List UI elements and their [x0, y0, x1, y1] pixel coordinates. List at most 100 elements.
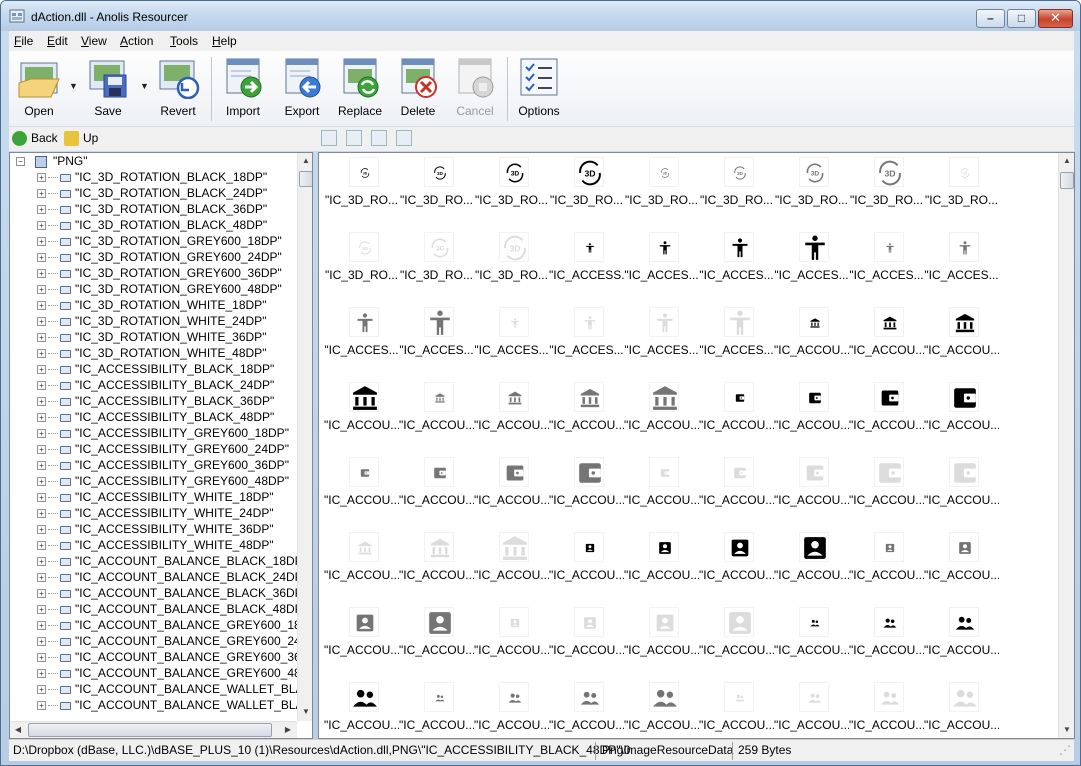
resource-thumbnail[interactable]: "IC_ACCOU... [849, 305, 924, 380]
expand-icon[interactable]: + [37, 637, 46, 647]
resource-thumbnail[interactable]: "IC_ACCOU... [699, 380, 774, 455]
expand-icon[interactable]: + [37, 349, 46, 359]
large-icons-view-icon[interactable] [396, 130, 412, 146]
resource-thumbnail[interactable]: "IC_ACCOU... [324, 680, 399, 738]
tree-horizontal-scrollbar[interactable]: ◀ ▶ [10, 721, 297, 738]
resource-thumbnail[interactable]: "IC_ACCOU... [699, 605, 774, 680]
resource-thumbnail[interactable]: "IC_ACCOU... [474, 605, 549, 680]
expand-icon[interactable]: + [37, 669, 46, 679]
resource-thumbnail[interactable]: "IC_ACCES... [324, 305, 399, 380]
resource-thumbnail[interactable]: "IC_ACCES... [699, 230, 774, 305]
resource-thumbnail[interactable]: 3D "IC_3D_RO... [849, 155, 924, 230]
resource-thumbnail[interactable]: "IC_ACCOU... [399, 380, 474, 455]
resource-thumbnail[interactable]: "IC_ACCOU... [624, 455, 699, 530]
tree-node[interactable]: + "IC_ACCESSIBILITY_GREY600_18DP" [10, 425, 297, 441]
scroll-left-icon[interactable]: ◀ [10, 722, 26, 738]
cancel-button[interactable]: Cancel [449, 55, 501, 123]
minimize-button[interactable]: – [976, 9, 1005, 28]
resource-thumbnail[interactable]: "IC_ACCES... [624, 305, 699, 380]
resource-thumbnail[interactable]: "IC_ACCES... [549, 305, 624, 380]
resource-thumbnail[interactable]: "IC_ACCOU... [774, 455, 849, 530]
resource-thumbnail[interactable]: "IC_ACCOU... [849, 530, 924, 605]
tree-node[interactable]: + "IC_ACCESSIBILITY_WHITE_24DP" [10, 505, 297, 521]
scroll-down-icon[interactable]: ▼ [1059, 722, 1074, 738]
resource-thumbnail[interactable]: "IC_ACCOU... [399, 605, 474, 680]
expand-icon[interactable]: + [37, 557, 46, 567]
resource-thumbnail[interactable]: 3D "IC_3D_RO... [624, 155, 699, 230]
resource-thumbnail[interactable]: "IC_ACCOU... [699, 455, 774, 530]
expand-icon[interactable]: + [37, 701, 46, 711]
scroll-thumb[interactable] [299, 171, 312, 187]
resource-thumbnail[interactable]: "IC_ACCOU... [399, 680, 474, 738]
tree-node[interactable]: + "IC_ACCESSIBILITY_BLACK_24DP" [10, 377, 297, 393]
resource-thumbnail[interactable]: "IC_ACCES... [924, 230, 999, 305]
resource-thumbnail[interactable]: "IC_ACCOU... [924, 530, 999, 605]
maximize-button[interactable]: □ [1007, 9, 1036, 28]
tree-node[interactable]: + "IC_ACCESSIBILITY_BLACK_18DP" [10, 361, 297, 377]
tree-node[interactable]: + "IC_ACCESSIBILITY_GREY600_24DP" [10, 441, 297, 457]
resource-thumbnail[interactable]: "IC_ACCOU... [774, 680, 849, 738]
menu-file[interactable]: File [14, 34, 33, 48]
expand-icon[interactable]: + [37, 605, 46, 615]
expand-icon[interactable]: + [37, 493, 46, 503]
tree-node[interactable]: + "IC_ACCESSIBILITY_WHITE_48DP" [10, 537, 297, 553]
resource-thumbnail[interactable]: "IC_ACCOU... [324, 380, 399, 455]
expand-icon[interactable]: + [37, 221, 46, 231]
expand-icon[interactable]: + [37, 445, 46, 455]
expand-icon[interactable]: + [37, 653, 46, 663]
expand-icon[interactable]: + [37, 477, 46, 487]
expand-icon[interactable]: + [37, 205, 46, 215]
resource-thumbnail[interactable]: "IC_ACCOU... [849, 680, 924, 738]
resource-thumbnail[interactable]: 3D "IC_3D_RO... [474, 155, 549, 230]
resource-thumbnail[interactable]: "IC_ACCOU... [849, 605, 924, 680]
tree-node[interactable]: + "IC_ACCOUNT_BALANCE_BLACK_36DP" [10, 585, 297, 601]
expand-icon[interactable]: + [37, 685, 46, 695]
resource-thumbnail[interactable]: "IC_ACCESS... [549, 230, 624, 305]
options-button[interactable]: Options [513, 55, 565, 123]
tree-node[interactable]: + "IC_3D_ROTATION_GREY600_18DP" [10, 233, 297, 249]
resource-thumbnail[interactable]: "IC_ACCES... [699, 305, 774, 380]
expand-icon[interactable]: + [37, 413, 46, 423]
resource-thumbnail[interactable]: "IC_ACCOU... [774, 305, 849, 380]
tree-node[interactable]: + "IC_3D_ROTATION_WHITE_24DP" [10, 313, 297, 329]
open-dropdown-arrow-icon[interactable]: ▼ [69, 81, 78, 91]
tree-node[interactable]: + "IC_3D_ROTATION_BLACK_48DP" [10, 217, 297, 233]
resource-thumbnail[interactable]: "IC_ACCOU... [699, 530, 774, 605]
tree-node[interactable]: + "IC_ACCOUNT_BALANCE_GREY600_48DP" [10, 665, 297, 681]
grid-vertical-scrollbar[interactable]: ▲ ▼ [1058, 153, 1074, 738]
resize-grip-icon[interactable]: ⋰ [1059, 743, 1071, 757]
collapse-icon[interactable]: − [16, 157, 25, 167]
expand-icon[interactable]: + [37, 397, 46, 407]
expand-icon[interactable]: + [37, 285, 46, 295]
scroll-up-icon[interactable]: ▲ [1059, 153, 1074, 169]
resource-thumbnail[interactable]: 3D "IC_3D_RO... [774, 155, 849, 230]
resource-thumbnail[interactable]: "IC_ACCES... [399, 305, 474, 380]
resource-thumbnail[interactable]: "IC_ACCOU... [624, 380, 699, 455]
menu-edit[interactable]: Edit [47, 34, 68, 48]
menu-view[interactable]: View [81, 34, 107, 48]
resource-thumbnail[interactable]: "IC_ACCOU... [624, 530, 699, 605]
resource-thumbnail[interactable]: "IC_ACCOU... [924, 605, 999, 680]
resource-thumbnail[interactable]: 3D "IC_3D_RO... [699, 155, 774, 230]
up-button[interactable]: Up [64, 131, 98, 147]
resource-thumbnail[interactable]: "IC_ACCOU... [549, 455, 624, 530]
tree-node[interactable]: + "IC_ACCOUNT_BALANCE_WALLET_BLACK_ [10, 681, 297, 697]
tree-node[interactable]: + "IC_ACCESSIBILITY_WHITE_18DP" [10, 489, 297, 505]
resource-thumbnail[interactable]: 3D "IC_3D_RO... [549, 155, 624, 230]
open-button[interactable]: Open [13, 55, 65, 123]
menu-help[interactable]: Help [212, 34, 237, 48]
small-icons-view-icon[interactable] [346, 130, 362, 146]
resource-thumbnail[interactable]: "IC_ACCES... [774, 230, 849, 305]
resource-thumbnail[interactable]: 3D "IC_3D_RO... [324, 230, 399, 305]
tree-node[interactable]: + "IC_3D_ROTATION_BLACK_24DP" [10, 185, 297, 201]
expand-icon[interactable]: + [37, 269, 46, 279]
expand-icon[interactable]: + [37, 333, 46, 343]
tree-node[interactable]: + "IC_3D_ROTATION_GREY600_48DP" [10, 281, 297, 297]
expand-icon[interactable]: + [37, 525, 46, 535]
expand-icon[interactable]: + [37, 621, 46, 631]
scroll-down-icon[interactable]: ▼ [298, 704, 312, 720]
replace-button[interactable]: Replace [334, 55, 386, 123]
resource-thumbnail[interactable]: 3D "IC_3D_RO... [399, 155, 474, 230]
tree-node[interactable]: + "IC_ACCOUNT_BALANCE_WALLET_BLACK_ [10, 697, 297, 713]
save-dropdown-arrow-icon[interactable]: ▼ [140, 81, 149, 91]
